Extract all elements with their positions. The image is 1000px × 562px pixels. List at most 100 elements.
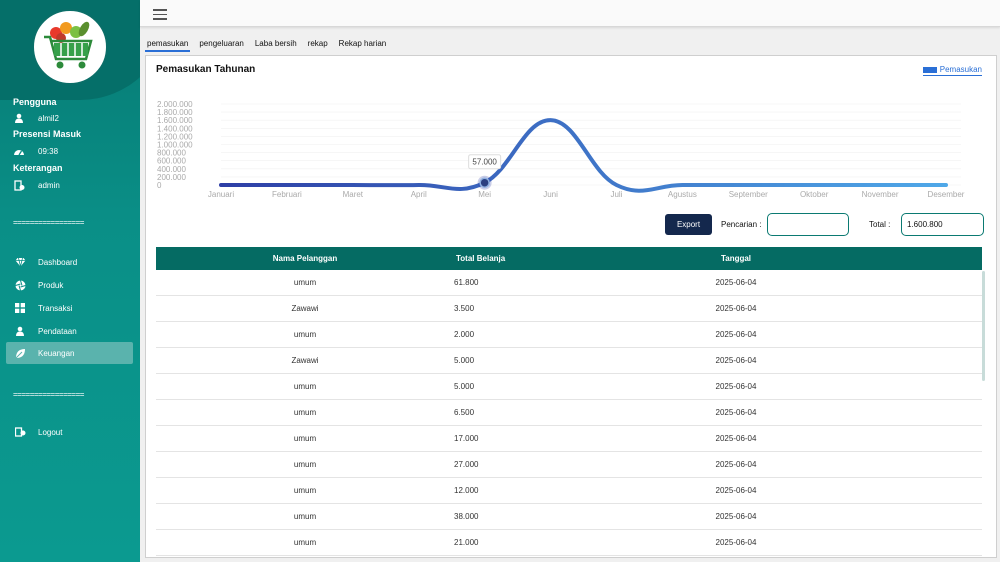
table-row[interactable]: umum 5.000 2025-06-04 [156,374,982,400]
table-row[interactable]: umum 2.000 2025-06-04 [156,322,982,348]
cell-customer: Zawawi [291,356,319,365]
nav-dashboard[interactable]: Dashboard [6,251,133,273]
sidebar: Pengguna almil2 Presensi Masuk 09:38 Ket… [0,0,140,562]
table-scrollbar[interactable] [982,271,985,381]
cell-date: 2025-06-04 [715,278,757,287]
table-row[interactable]: umum 6.500 2025-06-04 [156,400,982,426]
nav-logout[interactable]: Logout [6,421,133,443]
total-label: Total : [869,220,891,229]
user-icon [13,112,25,124]
cell-date: 2025-06-04 [715,356,757,365]
table-row[interactable]: Zawawi 3.500 2025-06-04 [156,296,982,322]
data-point-mei[interactable] [479,177,490,188]
tab-pemasukan[interactable]: pemasukan [145,39,191,52]
tab-rekap-harian[interactable]: Rekap harian [337,39,389,52]
cell-customer: umum [293,512,317,521]
nav-keuangan[interactable]: Keuangan [6,342,133,364]
x-tick-label: April [411,190,427,199]
cell-total: 21.000 [454,538,479,547]
user-name: almil2 [38,113,59,123]
search-input[interactable] [767,213,849,236]
table-body: umum 61.800 2025-06-04 Zawawi 3.500 2025-06-0… [156,270,982,556]
nav-label: Keuangan [38,348,75,358]
separator: ================= [13,390,84,399]
income-line-chart: 2.000.0001.800.0001.600.0001.400.0001.20… [157,100,965,199]
cell-total: 27.000 [454,460,479,469]
presence-section-title: Presensi Masuk [13,129,82,139]
tab-laba-bersih[interactable]: Laba bersih [253,39,299,52]
logout-icon [14,426,26,438]
cell-total: 5.000 [454,356,475,365]
x-tick-label: Mei [478,190,491,199]
header-customer[interactable]: Nama Pelanggan [156,254,454,263]
nav-label: Pendataan [38,326,77,336]
user-row: almil2 [13,112,59,124]
cell-total: 6.500 [454,408,475,417]
cell-customer: umum [293,382,317,391]
x-tick-label: Agustus [668,190,697,199]
app-logo [32,9,108,85]
x-tick-label: November [862,190,899,199]
grid-icon [14,302,26,314]
series-line-pemasukan [219,118,948,193]
speedometer-icon [13,145,25,157]
cell-customer: Zawawi [291,304,319,313]
nav-label: Produk [38,280,64,290]
x-tick-label: Juni [543,190,558,199]
chart-legend[interactable]: Pemasukan [922,65,982,76]
cell-date: 2025-06-04 [715,330,757,339]
x-tick-label: Oktober [800,190,829,199]
table-row[interactable]: umum 38.000 2025-06-04 [156,504,982,530]
leaf-icon [14,347,26,359]
x-tick-label: Januari [208,190,234,199]
tab-pengeluaran[interactable]: pengeluaran [197,39,245,52]
table-row[interactable]: umum 17.000 2025-06-04 [156,426,982,452]
cell-total: 5.000 [454,382,475,391]
note-value: admin [38,180,60,190]
cell-customer: umum [293,408,317,417]
total-field[interactable] [901,213,984,236]
search-label: Pencarian : [721,220,762,229]
cell-customer: umum [293,486,317,495]
cell-total: 3.500 [454,304,475,313]
tab-rekap[interactable]: rekap [306,39,330,52]
diamond-icon [14,256,26,268]
tab-bar: pemasukan pengeluaran Laba bersih rekap … [145,39,395,52]
basket-logo-icon [44,21,93,69]
nav-label: Dashboard [38,257,78,267]
x-tick-label: Desember [928,190,965,199]
presence-time: 09:38 [38,146,59,156]
cell-total: 2.000 [454,330,475,339]
table-row[interactable]: umum 61.800 2025-06-04 [156,270,982,296]
nav-pendataan[interactable]: Pendataan [6,320,133,342]
table-row[interactable]: umum 21.000 2025-06-04 [156,530,982,556]
chart-title: Pemasukan Tahunan [156,64,256,75]
header-date[interactable]: Tanggal [666,254,806,263]
legend-swatch [922,66,937,73]
nav-transaksi[interactable]: Transaksi [6,297,133,319]
nav-produk[interactable]: Produk [6,274,133,296]
transactions-table: Nama Pelanggan Total Belanja Tanggal umu… [156,247,982,559]
cell-customer: umum [293,460,317,469]
cell-total: 17.000 [454,434,479,443]
badge-icon [13,179,25,191]
table-row[interactable]: Zawawi 5.000 2025-06-04 [156,348,982,374]
note-row: admin [13,179,60,191]
cell-total: 12.000 [454,486,479,495]
cell-date: 2025-06-04 [715,304,757,313]
separator: ================= [13,218,84,227]
x-tick-label: Maret [343,190,364,199]
cell-total: 38.000 [454,512,479,521]
x-tick-label: Februari [272,190,302,199]
cell-date: 2025-06-04 [715,538,757,547]
cell-date: 2025-06-04 [715,512,757,521]
legend-label: Pemasukan [939,65,982,74]
hamburger-menu-icon[interactable] [153,9,167,20]
nav-label: Logout [38,427,63,437]
export-button[interactable]: Export [665,214,712,235]
table-row[interactable]: umum 12.000 2025-06-04 [156,478,982,504]
cell-date: 2025-06-04 [715,460,757,469]
cell-total: 61.800 [454,278,479,287]
header-total[interactable]: Total Belanja [456,254,536,263]
table-row[interactable]: umum 27.000 2025-06-04 [156,452,982,478]
